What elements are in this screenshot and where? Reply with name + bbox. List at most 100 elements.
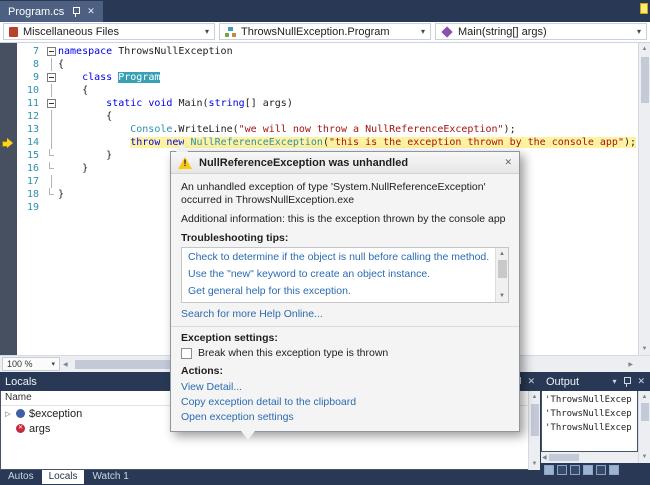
- troubleshooting-tip-link[interactable]: Get general help for this exception.: [188, 285, 492, 298]
- scrollbar-thumb[interactable]: [548, 454, 579, 461]
- fold-collapse-button[interactable]: [44, 97, 58, 110]
- bottom-tab-watch-1[interactable]: Watch 1: [85, 470, 135, 484]
- breakpoint-margin-cell[interactable]: [0, 84, 17, 97]
- code-token: namespace: [58, 46, 113, 57]
- scroll-lock-icon[interactable]: [609, 465, 619, 475]
- member-dropdown[interactable]: Main(string[] args) ▾: [435, 23, 647, 40]
- code-line: 7 namespace ThrowsNullException: [0, 45, 638, 58]
- project-dropdown[interactable]: Miscellaneous Files ▾: [3, 23, 215, 40]
- scrollbar-thumb[interactable]: [641, 403, 649, 421]
- collapse-minus-icon: [46, 73, 56, 82]
- tips-label: Troubleshooting tips:: [181, 232, 289, 244]
- tab-program-cs[interactable]: Program.cs ✕: [0, 1, 103, 22]
- pin-icon[interactable]: [622, 376, 632, 387]
- output-title: Output: [546, 375, 580, 388]
- fold-margin-cell: [44, 149, 58, 162]
- break-checkbox[interactable]: [181, 347, 192, 359]
- breakpoint-margin-cell[interactable]: [0, 58, 17, 71]
- scroll-down-arrow-icon[interactable]: ▼: [639, 344, 650, 354]
- scrollbar-corner: [636, 357, 648, 372]
- close-icon[interactable]: ✕: [504, 157, 512, 168]
- scroll-down-arrow-icon[interactable]: ▼: [529, 459, 540, 469]
- scroll-right-arrow-icon[interactable]: ▶: [628, 361, 633, 368]
- scroll-down-arrow-icon[interactable]: ▼: [639, 452, 650, 462]
- navigation-bar: Miscellaneous Files ▾ ThrowsNullExceptio…: [0, 22, 650, 43]
- breakpoint-margin-cell[interactable]: [0, 162, 17, 175]
- exception-dialog-body: An unhandled exception of type 'System.N…: [171, 174, 519, 425]
- code-line: 9 class Program: [0, 71, 638, 84]
- code-token: Program: [118, 72, 161, 83]
- collapse-minus-icon: [46, 47, 56, 56]
- fold-collapse-button[interactable]: [44, 45, 58, 58]
- scrollbar-thumb[interactable]: [531, 404, 539, 436]
- method-icon: [441, 25, 453, 38]
- scroll-up-arrow-icon[interactable]: ▲: [496, 249, 508, 259]
- line-number: 14: [26, 137, 39, 148]
- window-position-icon[interactable]: ▾: [612, 377, 616, 386]
- line-number: 11: [26, 98, 39, 109]
- type-dropdown[interactable]: ThrowsNullException.Program ▾: [219, 23, 431, 40]
- line-number: 12: [26, 111, 39, 122]
- scroll-up-arrow-icon[interactable]: ▲: [529, 392, 540, 402]
- project-dropdown-label: Miscellaneous Files: [23, 25, 119, 38]
- chevron-down-icon: ▾: [636, 27, 641, 36]
- search-help-online-link[interactable]: Search for more Help Online...: [181, 308, 509, 321]
- scrollbar-thumb[interactable]: [498, 260, 507, 278]
- action-link[interactable]: Open exception settings: [181, 410, 509, 425]
- action-link[interactable]: Copy exception detail to the clipboard: [181, 395, 509, 410]
- close-icon[interactable]: ✕: [637, 376, 645, 387]
- breakpoint-margin-cell[interactable]: [0, 110, 17, 123]
- expander-icon[interactable]: ▷: [4, 410, 12, 418]
- troubleshooting-tip-link[interactable]: Use the "new" keyword to create an objec…: [188, 268, 492, 281]
- code-text: {: [58, 85, 88, 96]
- breakpoint-margin-cell[interactable]: [0, 97, 17, 110]
- bottom-tab-autos[interactable]: Autos: [1, 470, 41, 484]
- output-title-bar: Output ▾ ✕: [541, 372, 650, 391]
- breakpoint-margin-cell[interactable]: [0, 188, 17, 201]
- clear-all-icon[interactable]: [583, 465, 593, 475]
- breakpoint-margin-cell[interactable]: [0, 136, 17, 149]
- scroll-up-arrow-icon[interactable]: ▲: [639, 44, 650, 54]
- close-icon[interactable]: ✕: [527, 376, 535, 387]
- breakpoint-margin-cell[interactable]: [0, 71, 17, 84]
- scrollbar-thumb[interactable]: [641, 57, 649, 103]
- bottom-tab-bar: Autos Locals Watch 1: [1, 470, 136, 484]
- code-line: 10 {: [0, 84, 638, 97]
- code-token: {: [58, 59, 65, 70]
- scroll-up-arrow-icon[interactable]: ▲: [639, 392, 650, 402]
- exception-message: An unhandled exception of type 'System.N…: [181, 181, 486, 206]
- line-number: 13: [26, 124, 39, 135]
- actions-list: View Detail... Copy exception detail to t…: [181, 380, 509, 425]
- locals-vertical-scrollbar[interactable]: ▲ ▼: [528, 391, 540, 470]
- breakpoint-margin-cell[interactable]: [0, 201, 17, 214]
- fold-guide-line: [50, 110, 52, 123]
- output-panel: Output ▾ ✕ 'ThrowsNullExcep 'ThrowsNullEx…: [541, 372, 650, 477]
- output-horizontal-scrollbar[interactable]: ◀: [541, 452, 638, 463]
- troubleshooting-tip-link[interactable]: Check to determine if the object is null…: [188, 251, 492, 264]
- monitor-2-icon[interactable]: [570, 465, 580, 475]
- tips-scrollbar[interactable]: ▲ ▼: [495, 248, 508, 302]
- action-link[interactable]: View Detail...: [181, 380, 509, 395]
- breakpoint-margin-cell[interactable]: [0, 123, 17, 136]
- word-wrap-icon[interactable]: [596, 465, 606, 475]
- scroll-left-arrow-icon[interactable]: ◀: [542, 454, 547, 461]
- code-token: static: [106, 98, 143, 109]
- code-token: class: [82, 72, 113, 83]
- scroll-left-arrow-icon[interactable]: ◀: [63, 361, 68, 368]
- bottom-tab-locals[interactable]: Locals: [41, 470, 85, 484]
- output-vertical-scrollbar[interactable]: ▲ ▼: [638, 391, 650, 463]
- breakpoint-margin-cell[interactable]: [0, 149, 17, 162]
- code-token: "this is the exception thrown by the con…: [328, 137, 624, 148]
- breakpoint-margin-cell[interactable]: [0, 45, 17, 58]
- messages-icon[interactable]: [544, 465, 554, 475]
- fold-collapse-button[interactable]: [44, 71, 58, 84]
- pin-icon[interactable]: [71, 6, 81, 17]
- callout-tail-bottom: [241, 431, 255, 440]
- breakpoint-margin-cell[interactable]: [0, 175, 17, 188]
- monitor-icon[interactable]: [557, 465, 567, 475]
- scroll-down-arrow-icon[interactable]: ▼: [496, 291, 508, 301]
- close-icon[interactable]: ✕: [87, 6, 95, 17]
- editor-vertical-scrollbar[interactable]: ▲ ▼: [638, 43, 650, 355]
- zoom-dropdown[interactable]: 100 % ▾: [2, 357, 60, 371]
